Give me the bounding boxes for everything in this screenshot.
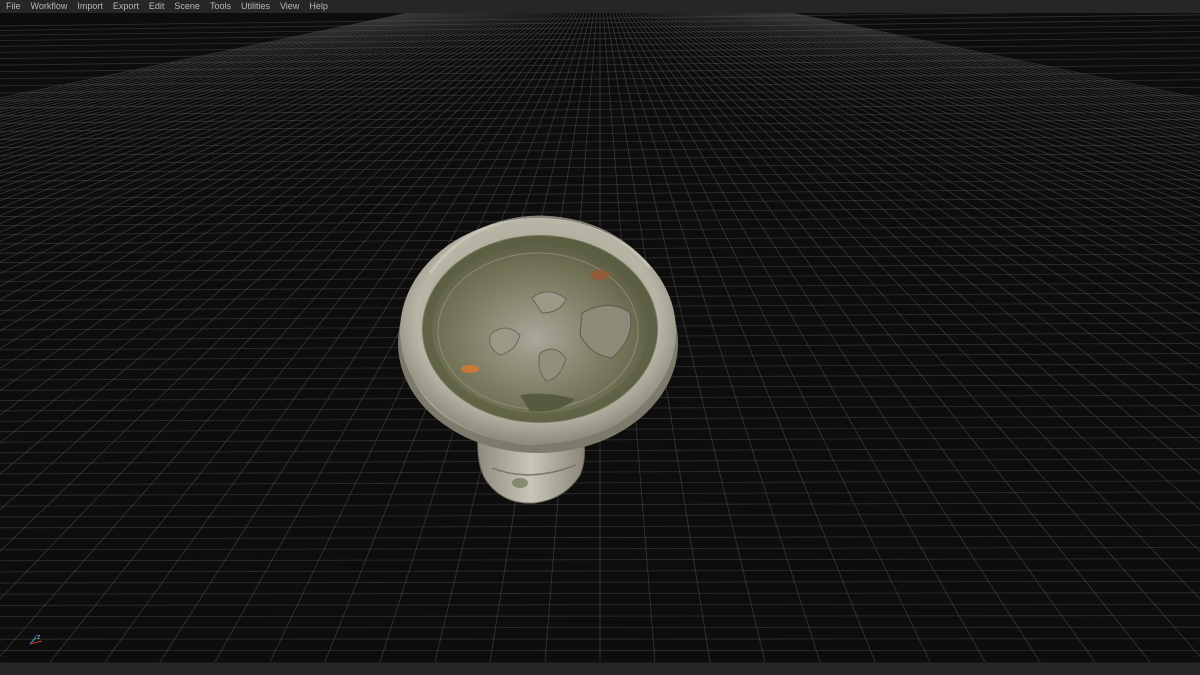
- menu-import[interactable]: Import: [72, 0, 108, 13]
- menu-workflow[interactable]: Workflow: [26, 0, 73, 13]
- menu-tools[interactable]: Tools: [205, 0, 236, 13]
- menu-utilities[interactable]: Utilities: [236, 0, 275, 13]
- menu-export[interactable]: Export: [108, 0, 144, 13]
- 3d-viewport[interactable]: Z: [0, 13, 1200, 662]
- birdbath-3d-model[interactable]: [398, 215, 678, 504]
- axis-z-label: Z: [37, 635, 41, 641]
- menu-file[interactable]: File: [0, 0, 26, 13]
- menu-help[interactable]: Help: [304, 0, 333, 13]
- menu-scene[interactable]: Scene: [169, 0, 205, 13]
- viewport-canvas[interactable]: Z: [0, 13, 1200, 662]
- menu-bar: File Workflow Import Export Edit Scene T…: [0, 0, 1200, 14]
- menu-view[interactable]: View: [275, 0, 304, 13]
- status-bar: [0, 662, 1200, 675]
- menu-edit[interactable]: Edit: [144, 0, 170, 13]
- app-window: File Workflow Import Export Edit Scene T…: [0, 0, 1200, 675]
